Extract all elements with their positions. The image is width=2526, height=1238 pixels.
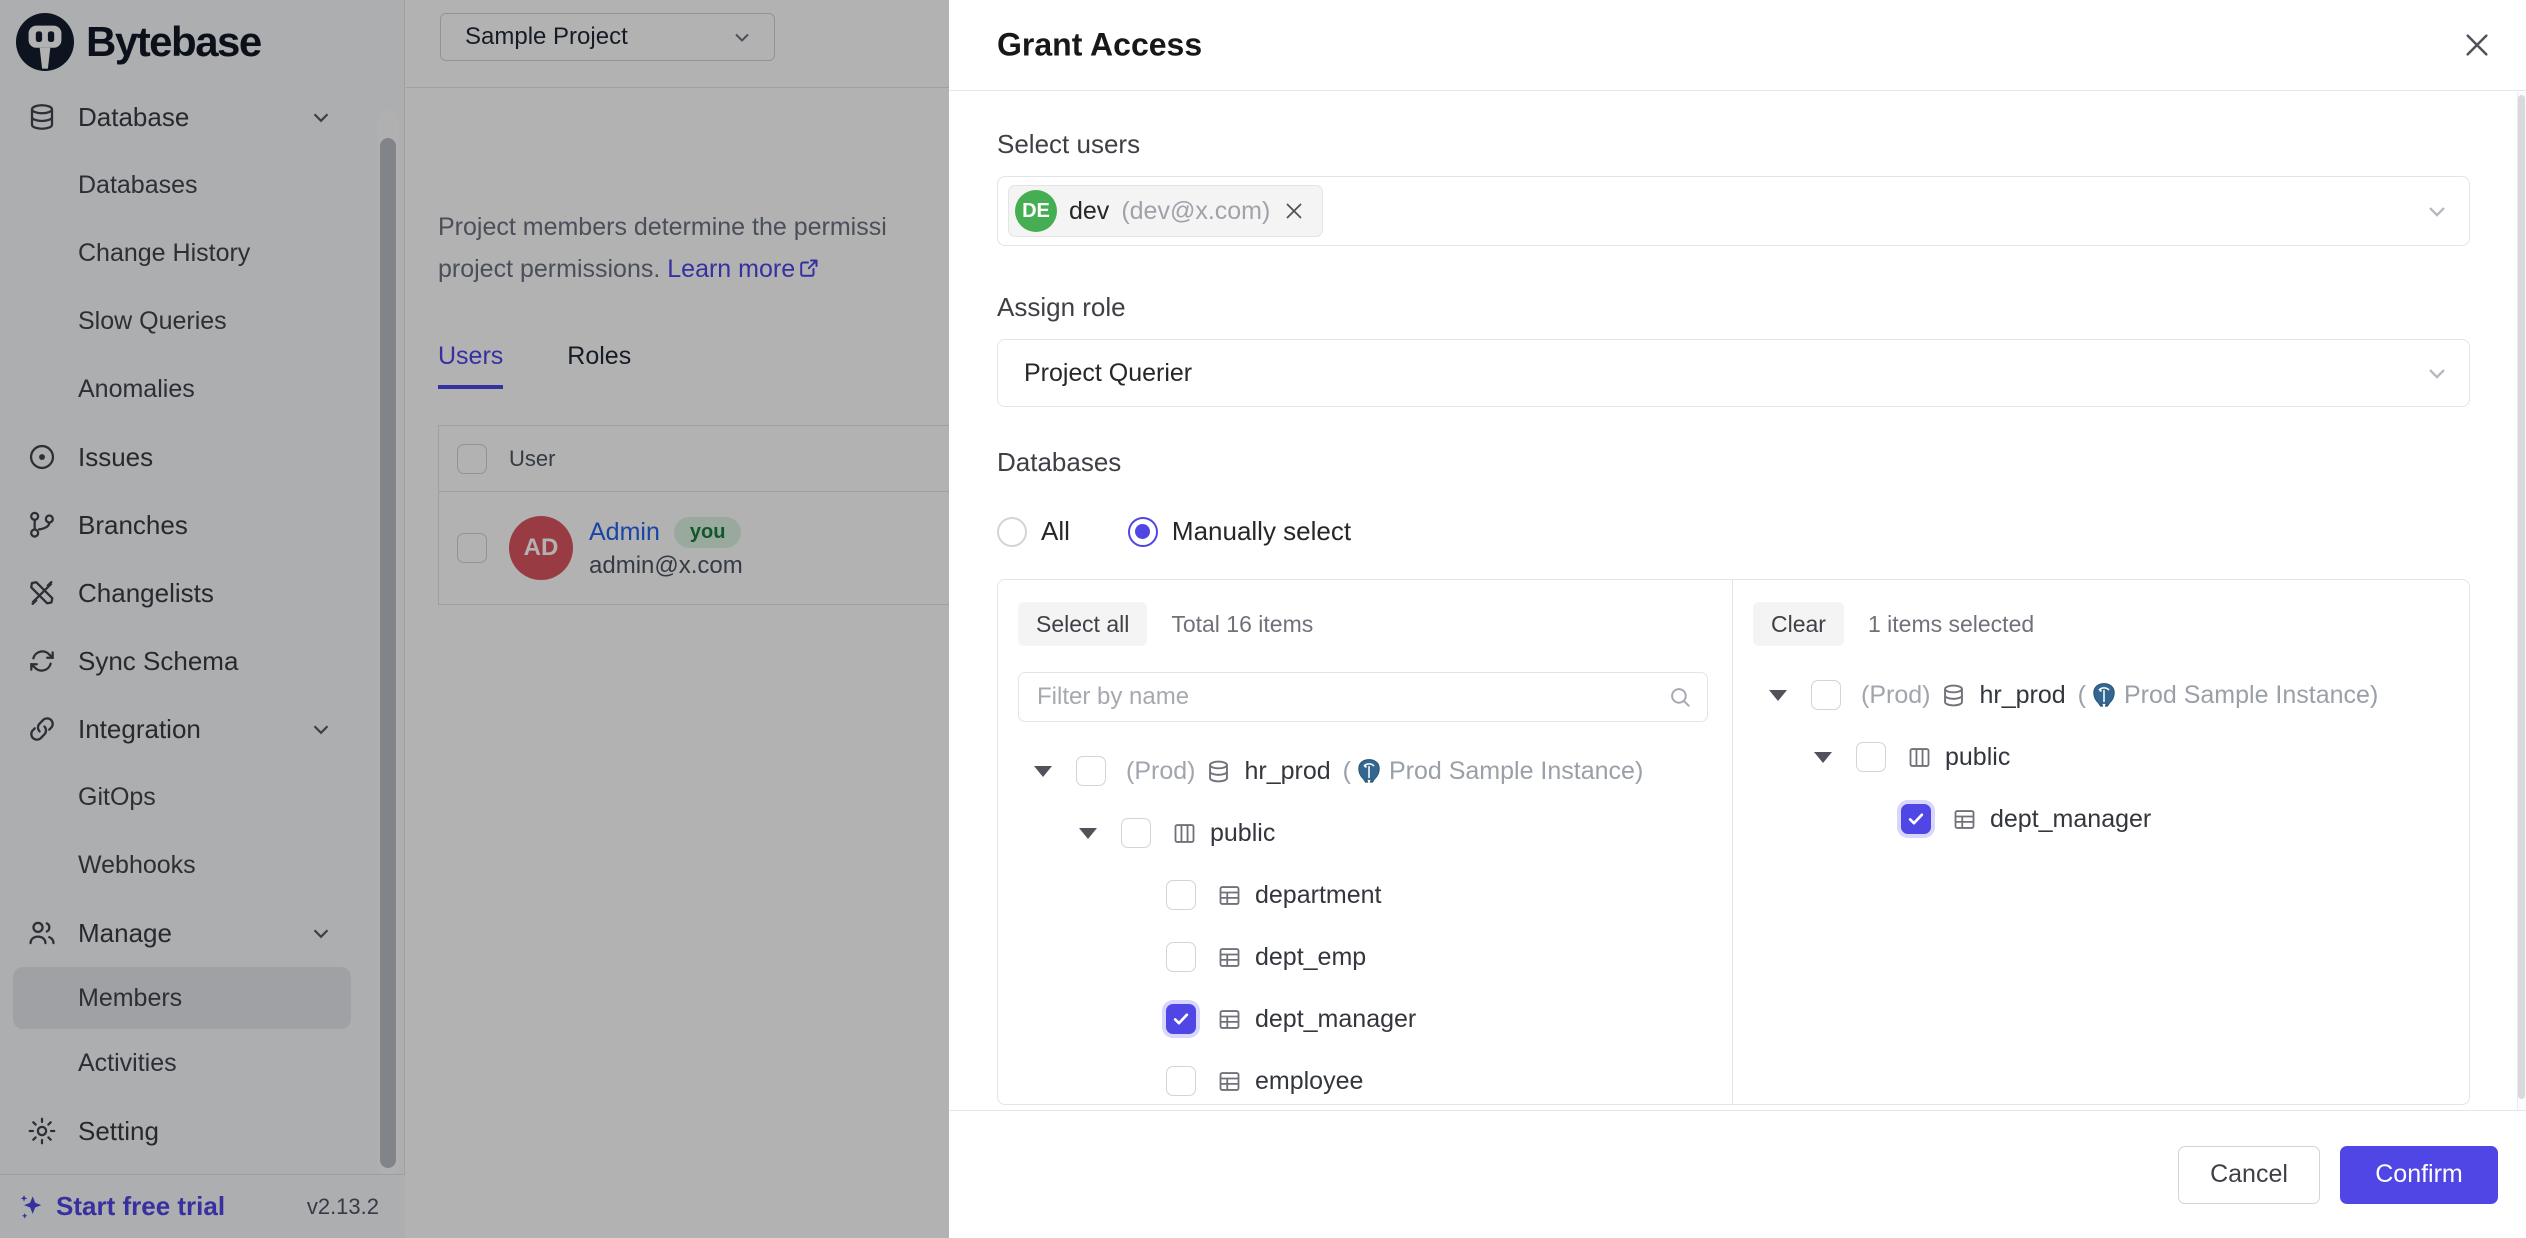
chevron-down-icon <box>2423 359 2451 387</box>
grant-access-modal: Grant Access Select users DE dev (dev@x.… <box>949 0 2526 1238</box>
database-name: hr_prod <box>1979 681 2065 710</box>
schema-icon <box>1171 820 1198 847</box>
tree-row-schema[interactable]: public <box>1018 802 1708 864</box>
modal-scrollbar-thumb[interactable] <box>2518 95 2525 1099</box>
modal-header: Grant Access <box>949 0 2526 91</box>
instance-label: Prod Sample Instance) <box>2124 681 2378 710</box>
checkbox[interactable] <box>1166 880 1196 910</box>
radio-manually-select[interactable] <box>1128 517 1158 547</box>
instance-label: Prod Sample Instance) <box>1389 757 1643 786</box>
tree-row-schema[interactable]: public <box>1753 726 2445 788</box>
table-icon <box>1216 1068 1243 1095</box>
modal-scrollbar[interactable] <box>2517 92 2526 1110</box>
paren: ( <box>2078 681 2086 710</box>
clear-button[interactable]: Clear <box>1753 602 1844 646</box>
checkbox[interactable] <box>1811 680 1841 710</box>
databases-label: Databases <box>997 447 2470 478</box>
table-icon <box>1216 882 1243 909</box>
paren: ( <box>1343 757 1351 786</box>
modal-body: Select users DE dev (dev@x.com) Assign r… <box>997 91 2470 1105</box>
tree-row-table[interactable]: dept_emp <box>1018 926 1708 988</box>
tree-row-database[interactable]: (Prod) hr_prod ( Prod Sample Instance) <box>1753 664 2445 726</box>
source-panel: Select all Total 16 items (Prod) <box>998 580 1733 1104</box>
postgresql-icon <box>2090 681 2118 709</box>
caret-down-icon[interactable] <box>1769 690 1787 701</box>
schema-icon <box>1906 744 1933 771</box>
selected-items-label: 1 items selected <box>1868 611 2034 638</box>
caret-down-icon[interactable] <box>1034 766 1052 777</box>
chip-user-email: (dev@x.com) <box>1121 197 1270 226</box>
table-icon <box>1951 806 1978 833</box>
role-select-value: Project Querier <box>1024 359 1192 388</box>
table-name: department <box>1255 881 1381 910</box>
radio-all-label: All <box>1041 516 1070 547</box>
confirm-button[interactable]: Confirm <box>2340 1146 2498 1204</box>
table-name: employee <box>1255 1067 1363 1096</box>
role-select[interactable]: Project Querier <box>997 339 2470 407</box>
tree-row-database[interactable]: (Prod) hr_prod ( Prod Sample Instance) <box>1018 740 1708 802</box>
table-name: dept_emp <box>1255 943 1366 972</box>
chevron-down-icon <box>2423 197 2451 225</box>
select-users-label: Select users <box>997 129 2470 160</box>
caret-down-icon[interactable] <box>1814 752 1832 763</box>
schema-name: public <box>1945 743 2010 772</box>
target-panel: Clear 1 items selected (Prod) hr_prod ( <box>1733 580 2469 1104</box>
remove-user-icon[interactable] <box>1282 199 1306 223</box>
table-icon <box>1216 944 1243 971</box>
tree-row-table-selected[interactable]: dept_manager <box>1018 988 1708 1050</box>
source-tree: (Prod) hr_prod ( Prod Sample Instance) <box>1018 740 1708 1104</box>
assign-role-label: Assign role <box>997 292 2470 323</box>
table-name: dept_manager <box>1990 805 2151 834</box>
tree-row-table[interactable]: department <box>1018 864 1708 926</box>
checkbox-checked[interactable] <box>1901 804 1931 834</box>
selected-user-chip: DE dev (dev@x.com) <box>1008 185 1323 237</box>
search-icon <box>1667 684 1693 710</box>
avatar: DE <box>1015 190 1057 232</box>
table-name: dept_manager <box>1255 1005 1416 1034</box>
database-icon <box>1940 682 1967 709</box>
screen: Bytebase Database Databases Change Histo… <box>0 0 2526 1238</box>
env-label: (Prod) <box>1861 681 1930 710</box>
checkbox[interactable] <box>1121 818 1151 848</box>
checkbox[interactable] <box>1076 756 1106 786</box>
database-transfer: Select all Total 16 items (Prod) <box>997 579 2470 1105</box>
tree-row-table[interactable]: employee <box>1018 1050 1708 1104</box>
checkbox-checked[interactable] <box>1166 1004 1196 1034</box>
select-all-button[interactable]: Select all <box>1018 602 1147 646</box>
cancel-button[interactable]: Cancel <box>2178 1146 2320 1204</box>
database-icon <box>1205 758 1232 785</box>
env-label: (Prod) <box>1126 757 1195 786</box>
database-scope-radios: All Manually select <box>997 516 2470 547</box>
checkbox[interactable] <box>1166 1066 1196 1096</box>
tree-row-table-selected[interactable]: dept_manager <box>1753 788 2445 850</box>
chip-user-name: dev <box>1069 197 1109 226</box>
modal-footer: Cancel Confirm <box>949 1110 2526 1238</box>
database-name: hr_prod <box>1244 757 1330 786</box>
caret-down-icon[interactable] <box>1079 828 1097 839</box>
select-users-input[interactable]: DE dev (dev@x.com) <box>997 176 2470 246</box>
total-items-label: Total 16 items <box>1171 611 1313 638</box>
checkbox[interactable] <box>1856 742 1886 772</box>
checkbox[interactable] <box>1166 942 1196 972</box>
schema-name: public <box>1210 819 1275 848</box>
postgresql-icon <box>1355 757 1383 785</box>
close-button[interactable] <box>2458 26 2496 64</box>
filter-input-wrap <box>1018 672 1708 722</box>
table-icon <box>1216 1006 1243 1033</box>
radio-all[interactable] <box>997 517 1027 547</box>
radio-manual-label: Manually select <box>1172 516 1351 547</box>
close-icon <box>2461 29 2493 61</box>
modal-title: Grant Access <box>997 27 1202 64</box>
target-tree: (Prod) hr_prod ( Prod Sample Instance) <box>1753 664 2445 850</box>
filter-input[interactable] <box>1037 683 1667 711</box>
